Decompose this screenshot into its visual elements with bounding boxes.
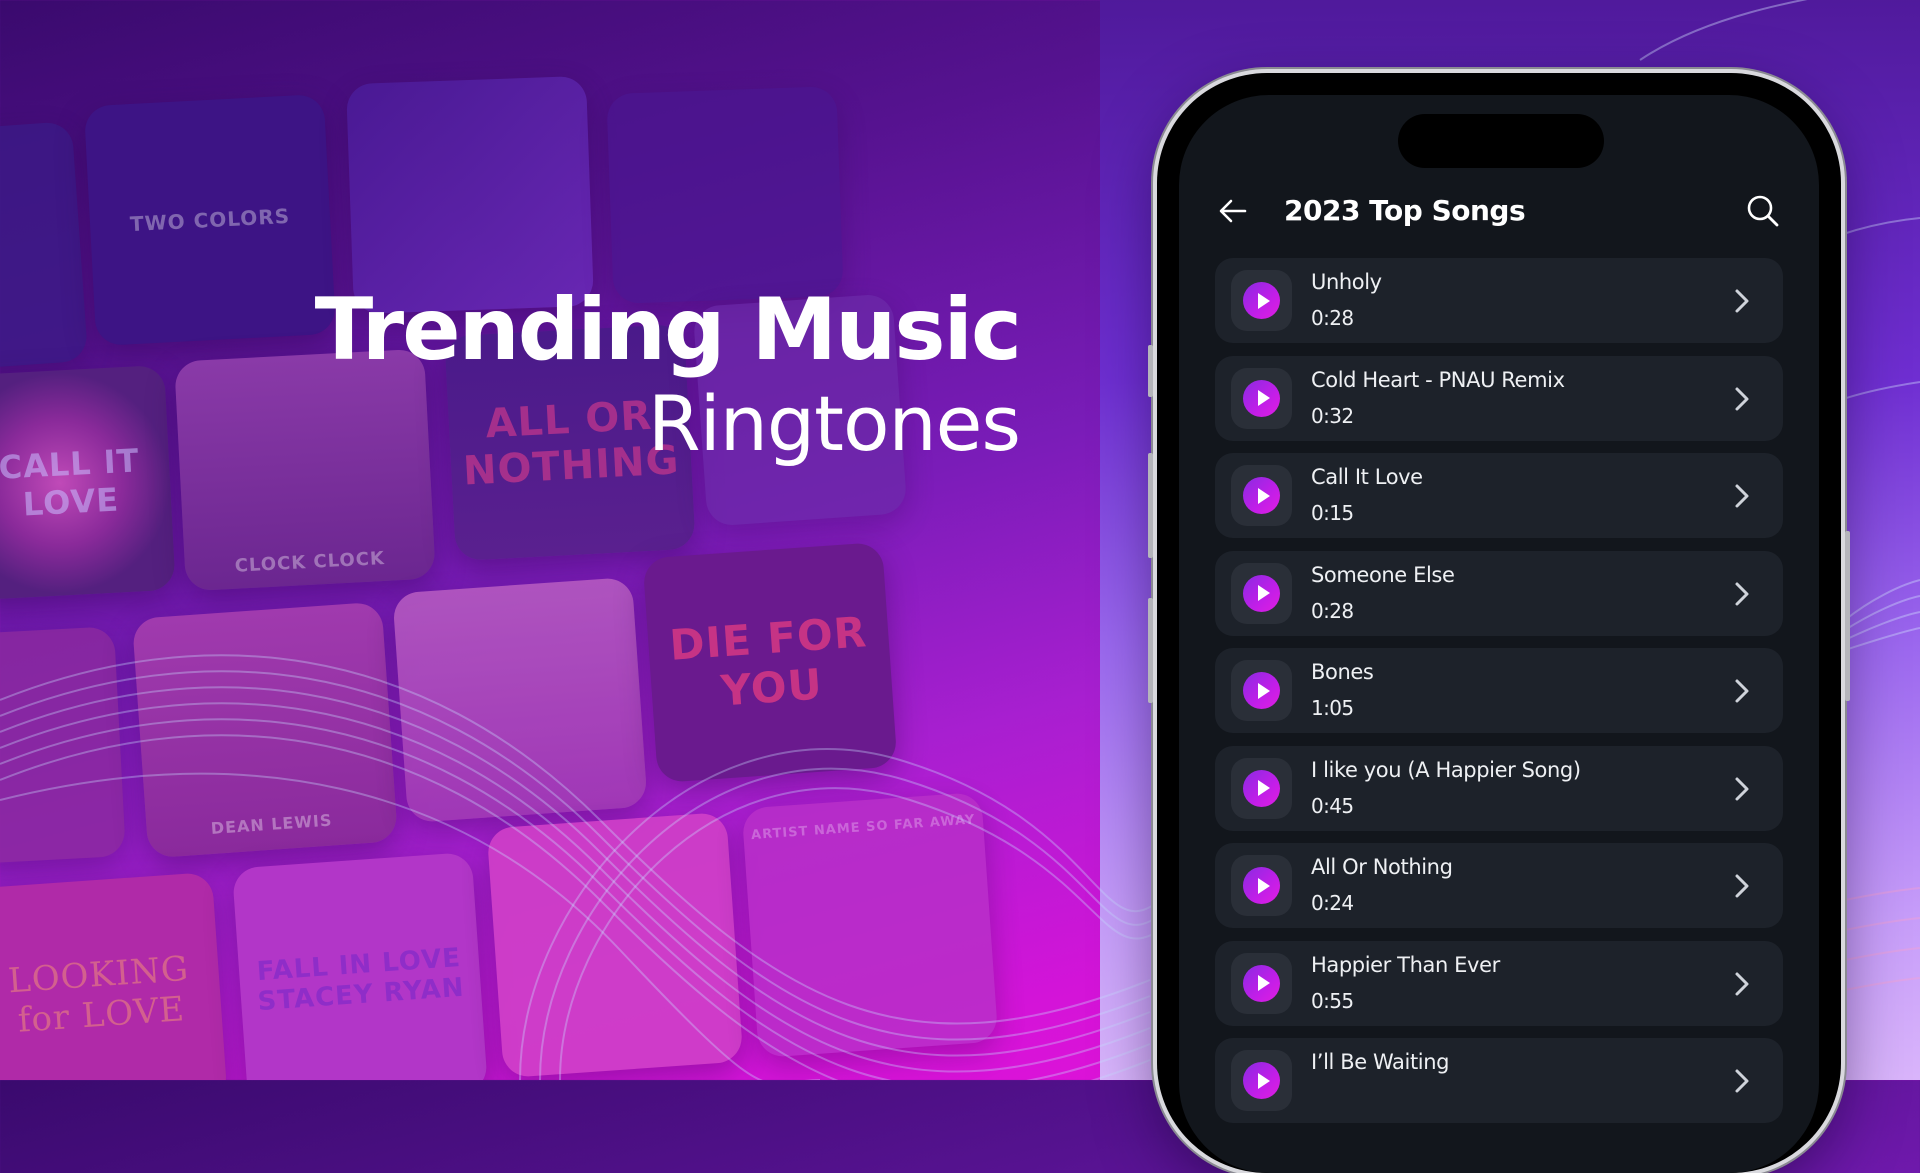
album-cover: LOOKING for LOVE xyxy=(0,871,228,1080)
play-button[interactable] xyxy=(1231,367,1292,429)
song-title: Call It Love xyxy=(1311,465,1423,489)
song-list-item[interactable]: Happier Than Ever 0:55 xyxy=(1215,940,1783,1026)
chevron-right-icon[interactable] xyxy=(1729,1066,1755,1096)
back-button[interactable] xyxy=(1215,193,1251,229)
album-cover xyxy=(346,75,594,315)
promo-headline: Trending Music Ringtones xyxy=(314,280,1022,470)
dynamic-island xyxy=(1398,114,1604,168)
album-cover xyxy=(606,86,844,304)
song-duration: 1:05 xyxy=(1311,696,1354,720)
song-title: I’ll Be Waiting xyxy=(1311,1050,1450,1074)
song-list-item[interactable]: I’ll Be Waiting xyxy=(1215,1038,1783,1123)
phone-volume-down-button xyxy=(1148,598,1153,703)
play-icon xyxy=(1243,282,1280,319)
phone-screen: 2023 Top Songs Unholy 0:28 Cold Heart - … xyxy=(1179,95,1819,1173)
play-icon xyxy=(1243,379,1280,417)
album-cover: ARTIST NAME SO FAR AWAY xyxy=(741,791,999,1059)
page-title: 2023 Top Songs xyxy=(1284,194,1526,227)
phone-power-button xyxy=(1845,531,1850,701)
play-button[interactable] xyxy=(1231,562,1292,624)
play-button[interactable] xyxy=(1231,660,1292,721)
album-cover xyxy=(392,576,648,824)
play-icon xyxy=(1243,867,1280,904)
play-button[interactable] xyxy=(1231,465,1292,526)
chevron-right-icon[interactable] xyxy=(1729,969,1755,999)
chevron-right-icon[interactable] xyxy=(1729,481,1755,511)
phone-volume-up-button xyxy=(1148,453,1153,558)
album-cover xyxy=(0,626,126,864)
chevron-right-icon[interactable] xyxy=(1729,871,1755,901)
song-title: Cold Heart - PNAU Remix xyxy=(1311,367,1565,392)
song-list-item[interactable]: I like you (A Happier Song) 0:45 xyxy=(1215,745,1783,831)
song-duration: 0:28 xyxy=(1311,306,1354,330)
album-cover xyxy=(486,811,744,1079)
song-duration: 0:55 xyxy=(1311,988,1354,1013)
chevron-right-icon[interactable] xyxy=(1729,384,1755,414)
album-cover: FALL IN LOVE STACEY RYAN xyxy=(231,851,489,1080)
song-list-item[interactable]: Someone Else 0:28 xyxy=(1215,550,1783,636)
chevron-right-icon[interactable] xyxy=(1729,579,1755,609)
play-icon xyxy=(1243,964,1280,1002)
play-button[interactable] xyxy=(1231,952,1292,1014)
play-button[interactable] xyxy=(1231,1050,1292,1111)
chevron-right-icon[interactable] xyxy=(1729,774,1755,804)
album-cover: TWO COLORS xyxy=(83,93,337,347)
song-list-item[interactable]: Bones 1:05 xyxy=(1215,648,1783,733)
song-duration: 0:15 xyxy=(1311,501,1354,525)
headline-title: Trending Music xyxy=(314,280,1022,380)
song-list-item[interactable]: All Or Nothing 0:24 xyxy=(1215,843,1783,928)
song-duration: 0:45 xyxy=(1311,793,1354,818)
album-cover xyxy=(0,121,89,369)
play-icon xyxy=(1243,1062,1280,1099)
song-list-item[interactable]: Cold Heart - PNAU Remix 0:32 xyxy=(1215,355,1783,441)
phone-mockup: 2023 Top Songs Unholy 0:28 Cold Heart - … xyxy=(1148,73,1850,1173)
play-button[interactable] xyxy=(1231,270,1292,331)
phone-action-button xyxy=(1148,345,1153,397)
play-button[interactable] xyxy=(1231,855,1292,916)
song-duration: 0:24 xyxy=(1311,891,1354,915)
arrow-left-icon xyxy=(1219,199,1247,223)
headline-subtitle: Ringtones xyxy=(647,379,1021,468)
album-cover: DIE FOR YOU xyxy=(642,541,898,784)
song-duration: 0:32 xyxy=(1311,403,1354,428)
song-title: Bones xyxy=(1311,660,1374,684)
song-title: I like you (A Happier Song) xyxy=(1311,757,1581,782)
song-title: Unholy xyxy=(1311,270,1382,294)
song-list-item[interactable]: Call It Love 0:15 xyxy=(1215,453,1783,538)
search-button[interactable] xyxy=(1743,191,1783,231)
background-album-covers: TWO COLORS CALL IT LOVE CLOCK CLOCK ALL … xyxy=(0,0,1150,1080)
chevron-right-icon[interactable] xyxy=(1729,676,1755,706)
play-icon xyxy=(1243,477,1280,514)
song-duration: 0:28 xyxy=(1311,598,1354,623)
app-header: 2023 Top Songs xyxy=(1179,185,1819,237)
album-cover: CALL IT LOVE xyxy=(0,364,176,601)
play-icon xyxy=(1243,574,1280,612)
song-title: Someone Else xyxy=(1311,562,1455,587)
song-title: Happier Than Ever xyxy=(1311,952,1500,977)
album-cover: DEAN LEWIS xyxy=(131,601,399,859)
song-title: All Or Nothing xyxy=(1311,855,1453,879)
play-icon xyxy=(1243,672,1280,709)
song-list-item[interactable]: Unholy 0:28 xyxy=(1215,258,1783,343)
play-button[interactable] xyxy=(1231,757,1292,819)
chevron-right-icon[interactable] xyxy=(1729,286,1755,316)
song-list: Unholy 0:28 Cold Heart - PNAU Remix 0:32… xyxy=(1215,258,1783,1136)
play-icon xyxy=(1243,769,1280,807)
search-icon xyxy=(1747,195,1779,227)
